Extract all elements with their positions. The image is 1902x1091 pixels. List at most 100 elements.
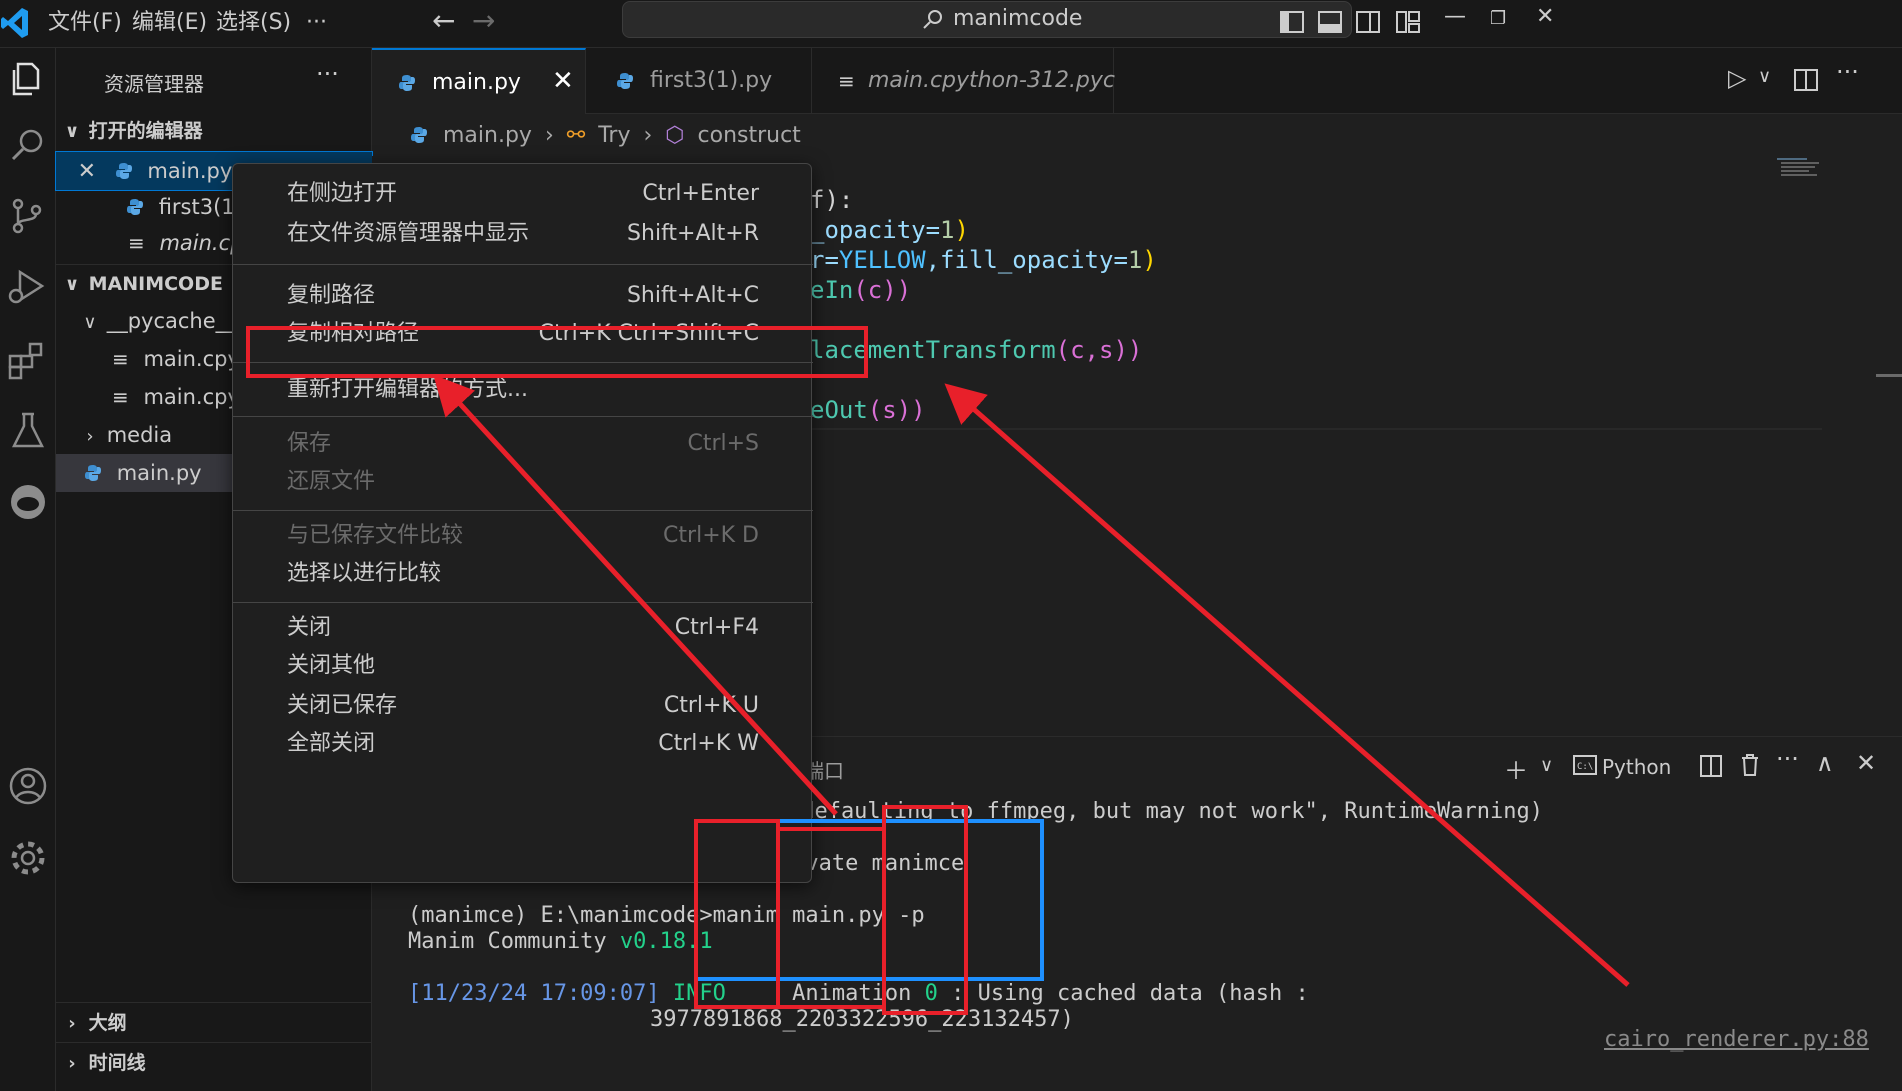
terminal-file-link[interactable]: cairo_renderer.py:88 <box>1604 1027 1869 1052</box>
command-center-search[interactable]: manimcode <box>622 1 1352 38</box>
close-window-icon[interactable]: ✕ <box>1536 4 1554 29</box>
menu-copy-relative-path[interactable]: 复制相对路径 Ctrl+K Ctrl+Shift+C <box>233 314 813 354</box>
chevron-down-icon: ∨ <box>64 274 80 295</box>
maximize-panel-icon[interactable]: ∧ <box>1816 749 1834 777</box>
python-file-icon <box>85 465 101 481</box>
menu-close[interactable]: 关闭 Ctrl+F4 <box>233 608 813 648</box>
menu-close-all[interactable]: 全部关闭 Ctrl+K W <box>233 724 813 764</box>
outline-section[interactable]: › 大纲 <box>56 1002 372 1042</box>
workspace-label: MANIMCODE <box>88 273 223 295</box>
command-center-label: manimcode <box>953 6 1083 31</box>
terminal-line: (manimce) E:\manimcode>manim main.py -p <box>408 903 925 928</box>
context-menu: 在侧边打开 Ctrl+Enter 在文件资源管理器中显示 Shift+Alt+R 复… <box>232 163 813 883</box>
chevron-down-icon: ∨ <box>64 121 80 142</box>
restore-window-icon[interactable]: ❐ <box>1490 8 1506 29</box>
explorer-more-actions[interactable]: ··· <box>316 60 339 88</box>
binary-file-icon: ≡ <box>112 347 129 371</box>
outline-label: 大纲 <box>88 1012 127 1034</box>
tab-label: main.py <box>432 70 521 95</box>
open-editors-section[interactable]: ∨ 打开的编辑器 <box>56 112 372 150</box>
timeline-section[interactable]: › 时间线 <box>56 1042 372 1082</box>
timeline-label: 时间线 <box>88 1052 146 1074</box>
scrollbar-marker[interactable] <box>1876 374 1902 377</box>
breadcrumb: main.py › ⚯ Try › ⬡ construct <box>410 118 807 154</box>
binary-file-icon: ≡ <box>128 231 145 255</box>
terminal-shell-icon: C:\ <box>1573 755 1597 775</box>
binary-file-icon: ≡ <box>838 69 855 93</box>
vscode-logo-icon[interactable] <box>0 6 30 40</box>
svg-text:C:\: C:\ <box>1577 762 1593 772</box>
binary-file-icon: ≡ <box>112 385 129 409</box>
breadcrumb-file[interactable]: main.py <box>443 123 532 148</box>
menu-close-saved[interactable]: 关闭已保存 Ctrl+K U <box>233 686 813 726</box>
forward-arrow-icon[interactable]: → <box>472 4 495 37</box>
menu-revert-file[interactable]: 还原文件 <box>233 462 813 502</box>
customize-layout-icon[interactable] <box>1392 6 1424 38</box>
python-file-icon <box>399 75 415 91</box>
more-actions-icon[interactable]: ··· <box>1836 58 1859 86</box>
extensions-icon[interactable] <box>4 336 52 384</box>
python-file-icon <box>127 199 143 215</box>
close-panel-icon[interactable]: ✕ <box>1856 749 1876 777</box>
minimize-window-icon[interactable]: — <box>1444 4 1466 29</box>
new-terminal-icon[interactable]: ＋ <box>1504 751 1528 786</box>
tree-item-label: main.py <box>116 461 202 485</box>
close-icon[interactable]: ✕ <box>56 153 96 190</box>
tree-item-label: media <box>106 423 173 447</box>
activity-bar <box>0 48 56 1091</box>
explorer-title: 资源管理器 <box>104 72 204 96</box>
tab-main-pyc[interactable]: ≡ main.cpython-312.pyc <box>812 48 1115 114</box>
accounts-icon[interactable] <box>4 762 52 810</box>
menu-file[interactable]: 文件(F) <box>48 6 122 40</box>
chevron-down-icon[interactable]: ∨ <box>1758 66 1771 87</box>
menu-separator <box>233 510 813 511</box>
toggle-secondary-sidebar-icon[interactable] <box>1352 6 1384 38</box>
menu-compare-with-saved[interactable]: 与已保存文件比较 Ctrl+K D <box>233 516 813 556</box>
search-icon[interactable] <box>4 122 52 170</box>
toggle-primary-sidebar-icon[interactable] <box>1276 6 1308 38</box>
terminal-line: 3977891868_2203322596_223132457) <box>650 1007 1074 1032</box>
terminal-shell-label[interactable]: Python <box>1602 755 1671 779</box>
trash-icon[interactable] <box>1738 751 1762 779</box>
source-control-icon[interactable] <box>4 192 52 240</box>
more-actions-icon[interactable]: ··· <box>1776 745 1799 773</box>
chevron-down-icon: ∨ <box>83 312 97 333</box>
menu-copy-path[interactable]: 复制路径 Shift+Alt+C <box>233 276 813 316</box>
open-editors-label: 打开的编辑器 <box>88 120 203 142</box>
minimap[interactable] <box>1777 156 1837 186</box>
chevron-right-icon: › <box>86 426 94 447</box>
code-line: lacementTransform(c,s)) <box>810 336 1143 364</box>
toggle-panel-icon[interactable] <box>1314 6 1346 38</box>
menu-reveal-in-explorer[interactable]: 在文件资源管理器中显示 Shift+Alt+R <box>233 214 813 254</box>
split-editor-icon[interactable] <box>1792 66 1820 94</box>
menu-edit[interactable]: 编辑(E) <box>132 6 207 40</box>
code-line: r=YELLOW,fill_opacity=1) <box>810 246 1157 274</box>
back-arrow-icon[interactable]: ← <box>432 4 455 37</box>
breadcrumb-method[interactable]: construct <box>698 123 801 148</box>
remote-explorer-icon[interactable] <box>4 478 52 526</box>
menu-select-for-compare[interactable]: 选择以进行比较 <box>233 554 813 594</box>
python-file-icon <box>115 163 132 179</box>
menu-reopen-with[interactable]: 重新打开编辑器的方式... <box>233 370 813 410</box>
tab-label: first3(1).py <box>650 68 773 93</box>
split-terminal-icon[interactable] <box>1698 753 1724 779</box>
chevron-down-icon[interactable]: ∨ <box>1540 755 1553 776</box>
close-icon[interactable]: ✕ <box>552 48 574 114</box>
tab-first3[interactable]: first3(1).py <box>586 48 812 114</box>
tab-main-py[interactable]: main.py ✕ <box>372 48 586 114</box>
run-and-debug-icon[interactable] <box>4 264 52 312</box>
testing-icon[interactable] <box>4 406 52 454</box>
menu-open-to-side[interactable]: 在侧边打开 Ctrl+Enter <box>233 174 813 214</box>
menu-save[interactable]: 保存 Ctrl+S <box>233 424 813 464</box>
menu-close-others[interactable]: 关闭其他 <box>233 646 813 686</box>
menu-selection[interactable]: 选择(S) <box>216 6 291 40</box>
breadcrumb-class[interactable]: Try <box>598 123 630 148</box>
menu-separator <box>233 602 813 603</box>
settings-gear-icon[interactable] <box>4 834 52 882</box>
menu-more[interactable]: ··· <box>306 6 327 40</box>
python-file-icon <box>617 73 633 89</box>
run-python-icon[interactable]: ▷ <box>1728 64 1746 92</box>
code-line: _opacity=1) <box>810 216 969 244</box>
code-line: f): <box>810 186 854 214</box>
explorer-icon[interactable] <box>4 54 52 102</box>
